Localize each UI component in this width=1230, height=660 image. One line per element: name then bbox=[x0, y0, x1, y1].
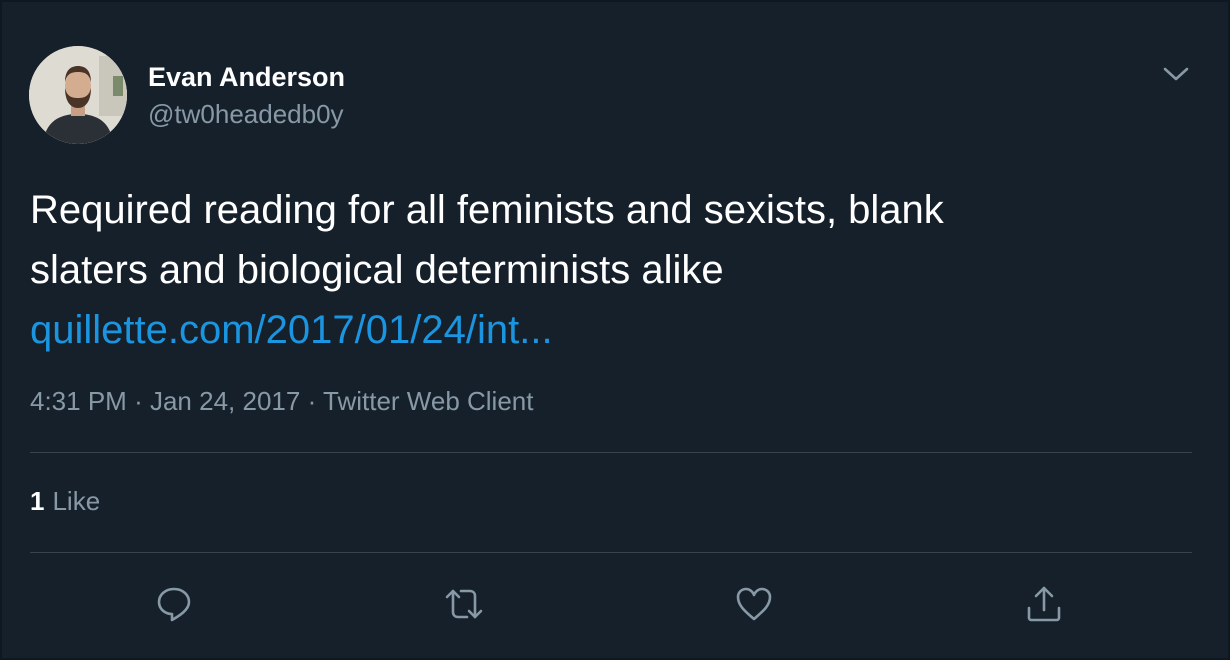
tweet-text-line-1: Required reading for all feminists and s… bbox=[30, 188, 944, 232]
retweet-icon[interactable] bbox=[442, 582, 486, 626]
meta-separator: · bbox=[134, 386, 143, 416]
tweet-time[interactable]: 4:31 PM bbox=[30, 386, 127, 416]
reply-icon[interactable] bbox=[152, 582, 196, 626]
share-icon[interactable] bbox=[1022, 582, 1066, 626]
meta-separator: · bbox=[307, 386, 317, 416]
tweet-text-line-2: slaters and biological determinists alik… bbox=[30, 248, 724, 292]
like-label: Like bbox=[52, 486, 101, 516]
tweet-text: Required reading for all feminists and s… bbox=[30, 180, 1200, 360]
like-count: 1 bbox=[30, 486, 45, 516]
tweet-actions bbox=[2, 574, 1230, 634]
divider bbox=[30, 452, 1192, 453]
avatar-image bbox=[29, 46, 127, 144]
avatar[interactable] bbox=[29, 46, 127, 144]
like-stats[interactable]: 1 Like bbox=[30, 486, 100, 517]
tweet-client[interactable]: Twitter Web Client bbox=[323, 386, 533, 416]
tweet-card: Evan Anderson @tw0headedb0y Required rea… bbox=[0, 0, 1230, 660]
author-handle[interactable]: @tw0headedb0y bbox=[148, 99, 344, 130]
heart-icon[interactable] bbox=[732, 582, 776, 626]
author-name[interactable]: Evan Anderson bbox=[148, 62, 345, 93]
tweet-meta: 4:31 PM · Jan 24, 2017 · Twitter Web Cli… bbox=[30, 386, 533, 417]
chevron-down-icon[interactable] bbox=[1160, 60, 1192, 88]
tweet-link[interactable]: quillette.com/2017/01/24/int... bbox=[30, 300, 1200, 360]
tweet-date[interactable]: Jan 24, 2017 bbox=[150, 386, 300, 416]
divider bbox=[30, 552, 1192, 553]
